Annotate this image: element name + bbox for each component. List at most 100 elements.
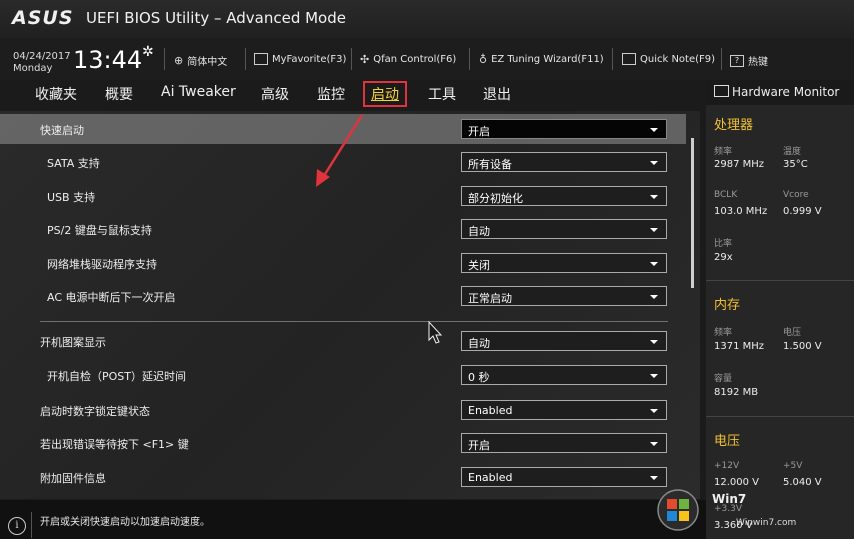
monitor-icon [714,85,729,97]
v12-label: +12V [714,461,740,471]
select-value: Enabled [468,471,513,484]
qfan-button[interactable]: ✣ Qfan Control(F6) [360,53,456,66]
cpu-section-title: 处理器 [714,118,754,133]
setting-row-ac-power[interactable]: AC 电源中断后下一次开启 正常启动 [0,281,686,311]
tab-boot[interactable]: 启动 [363,81,407,107]
select-value: 关闭 [468,259,490,272]
hardware-monitor: Hardware Monitor 处理器 频率 2987 MHz 温度 35°C… [706,80,854,539]
watermark-url: Winwin7.com [736,518,797,528]
title-bar: ASUS UEFI BIOS Utility – Advanced Mode [0,0,854,38]
date-text: 04/24/2017 [13,51,71,62]
setting-row-ps2[interactable]: PS/2 键盘与鼠标支持 自动 [0,214,686,244]
ac-power-select[interactable]: 正常启动 [461,286,667,306]
tab-ai-tweaker[interactable]: Ai Tweaker [161,84,236,100]
bclk-value: 103.0 MHz [714,206,768,217]
setting-row-f1-wait[interactable]: 若出现错误等待按下 <F1> 键 开启 [0,428,686,458]
toolbar-divider [469,48,470,70]
select-value: 正常启动 [468,292,512,305]
cpu-freq-label: 频率 [714,147,733,157]
setting-row-sata[interactable]: SATA 支持 所有设备 [0,147,686,177]
monitor-divider [706,280,854,281]
ez-tuning-button[interactable]: ♁ EZ Tuning Wizard(F11) [479,53,604,66]
tab-tool[interactable]: 工具 [428,84,456,104]
watermark-brand: Win7 [712,492,747,506]
chevron-down-icon [650,476,658,480]
numlock-select[interactable]: Enabled [461,400,667,420]
setting-label: AC 电源中断后下一次开启 [47,291,176,304]
scrollbar[interactable] [691,138,694,288]
cpu-freq-value: 2987 MHz [714,159,765,170]
select-value: 自动 [468,225,490,238]
tab-main[interactable]: 概要 [105,84,133,104]
voltage-section-title: 电压 [714,434,741,449]
help-divider [31,512,32,538]
select-value: 部分初始化 [468,192,523,205]
clock: 13:44 [73,46,143,74]
myfavorite-label: MyFavorite(F3) [272,53,347,65]
setting-row-post-delay[interactable]: 开机自检（POST）延迟时间 0 秒 [0,360,686,390]
setting-label: 开机自检（POST）延迟时间 [47,370,186,383]
chevron-down-icon [650,228,658,232]
setting-label: 网络堆栈驱动程序支持 [47,258,157,271]
boot-logo-select[interactable]: 自动 [461,331,667,351]
setting-label: PS/2 键盘与鼠标支持 [47,224,152,237]
hotkey-label: 热键 [748,57,768,68]
gear-icon[interactable]: ✲ [142,44,154,60]
select-value: 自动 [468,337,490,350]
chevron-down-icon [650,262,658,266]
firmware-info-select[interactable]: Enabled [461,467,667,487]
cpu-temp-label: 温度 [783,147,802,157]
setting-row-fast-boot[interactable]: 快速启动 开启 [0,114,686,144]
myfavorite-button[interactable]: MyFavorite(F3) [254,53,346,65]
fan-icon: ✣ [360,53,370,66]
setting-row-usb[interactable]: USB 支持 部分初始化 [0,181,686,211]
setting-label: SATA 支持 [47,157,100,170]
setting-label: 启动时数字锁定键状态 [40,405,150,418]
tab-exit[interactable]: 退出 [483,84,511,104]
v5-value: 5.040 V [783,477,822,488]
select-value: 0 秒 [468,371,490,384]
settings-panel: 快速启动 开启 SATA 支持 所有设备 USB 支持 部分初始化 PS/2 键… [0,111,700,499]
tab-monitor[interactable]: 监控 [317,84,345,104]
chevron-down-icon [650,195,658,199]
toolbar-divider [721,48,722,70]
select-value: Enabled [468,404,513,417]
mem-cap-label: 容量 [714,374,733,384]
help-text: 开启或关闭快速启动以加速启动速度。 [40,517,210,528]
sata-support-select[interactable]: 所有设备 [461,152,667,172]
hotkey-button[interactable]: ? 热键 [730,53,768,68]
setting-label: 开机图案显示 [40,336,106,349]
chevron-down-icon [650,128,658,132]
setting-row-numlock[interactable]: 启动时数字锁定键状态 Enabled [0,395,686,425]
f1-wait-select[interactable]: 开启 [461,433,667,453]
chevron-down-icon [650,161,658,165]
tab-advanced[interactable]: 高级 [261,84,289,104]
monitor-header: Hardware Monitor [706,80,854,105]
select-value: 所有设备 [468,158,512,171]
post-delay-select[interactable]: 0 秒 [461,365,667,385]
vcore-value: 0.999 V [783,206,822,217]
mem-freq-value: 1371 MHz [714,341,765,352]
setting-row-firmware-info[interactable]: 附加固件信息 Enabled [0,462,686,492]
ps2-support-select[interactable]: 自动 [461,219,667,239]
setting-row-boot-logo[interactable]: 开机图案显示 自动 [0,326,686,356]
v5-label: +5V [783,461,803,471]
toolbar-divider [164,48,165,70]
fast-boot-select[interactable]: 开启 [461,119,667,139]
favorite-icon [254,53,268,65]
setting-row-network-stack[interactable]: 网络堆栈驱动程序支持 关闭 [0,248,686,278]
app-title: UEFI BIOS Utility – Advanced Mode [86,9,346,27]
qfan-label: Qfan Control(F6) [373,54,457,65]
chevron-down-icon [650,374,658,378]
vcore-label: Vcore [783,190,809,200]
language-button[interactable]: ⊕ 简体中文 [174,53,227,68]
setting-label: 附加固件信息 [40,472,106,485]
tab-favorites[interactable]: 收藏夹 [35,84,77,104]
network-stack-select[interactable]: 关闭 [461,253,667,273]
chevron-down-icon [650,409,658,413]
toolbar-divider [612,48,613,70]
quick-note-button[interactable]: Quick Note(F9) [622,53,715,65]
usb-support-select[interactable]: 部分初始化 [461,186,667,206]
chevron-down-icon [650,295,658,299]
main-tabs: 收藏夹 概要 Ai Tweaker 高级 监控 启动 工具 退出 [0,80,700,110]
